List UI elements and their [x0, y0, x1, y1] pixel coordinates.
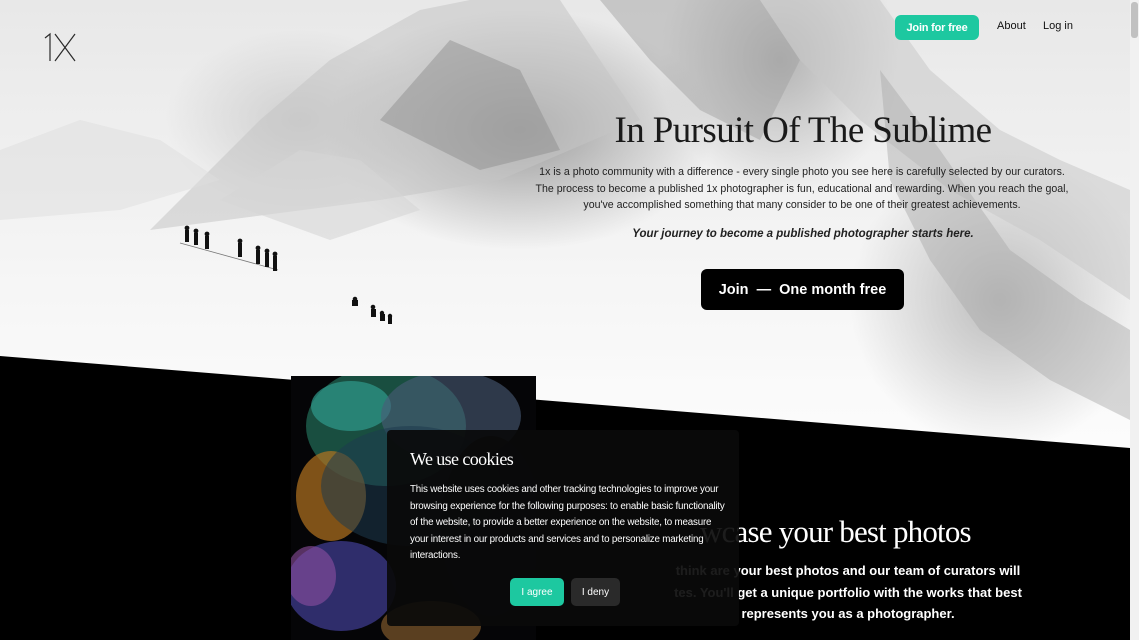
- nav-about-link[interactable]: About: [997, 20, 1026, 32]
- deny-button[interactable]: I deny: [571, 578, 620, 606]
- showcase-title: wcase your best photos: [700, 514, 972, 549]
- cookie-description: This website uses cookies and other trac…: [410, 484, 725, 562]
- cookie-banner: We use cookies This website uses cookies…: [387, 430, 739, 626]
- hero-tagline: Your journey to become a published photo…: [632, 228, 974, 240]
- cookie-title: We use cookies: [410, 449, 514, 469]
- hero-description: 1x is a photo community with a differenc…: [535, 166, 1069, 212]
- join-one-month-free-button[interactable]: Join — One month free: [701, 269, 904, 310]
- join-for-free-button[interactable]: Join for free: [895, 15, 979, 40]
- hero-title: In Pursuit Of The Sublime: [614, 110, 993, 151]
- nav-login-link[interactable]: Log in: [1043, 20, 1073, 32]
- scrollbar-track[interactable]: [1130, 0, 1139, 640]
- logo-1x-icon: [44, 32, 76, 62]
- cta-label: Join — One month free: [718, 281, 887, 298]
- agree-button[interactable]: I agree: [510, 578, 564, 606]
- logo[interactable]: [42, 30, 78, 64]
- scrollbar-thumb[interactable]: [1131, 2, 1138, 38]
